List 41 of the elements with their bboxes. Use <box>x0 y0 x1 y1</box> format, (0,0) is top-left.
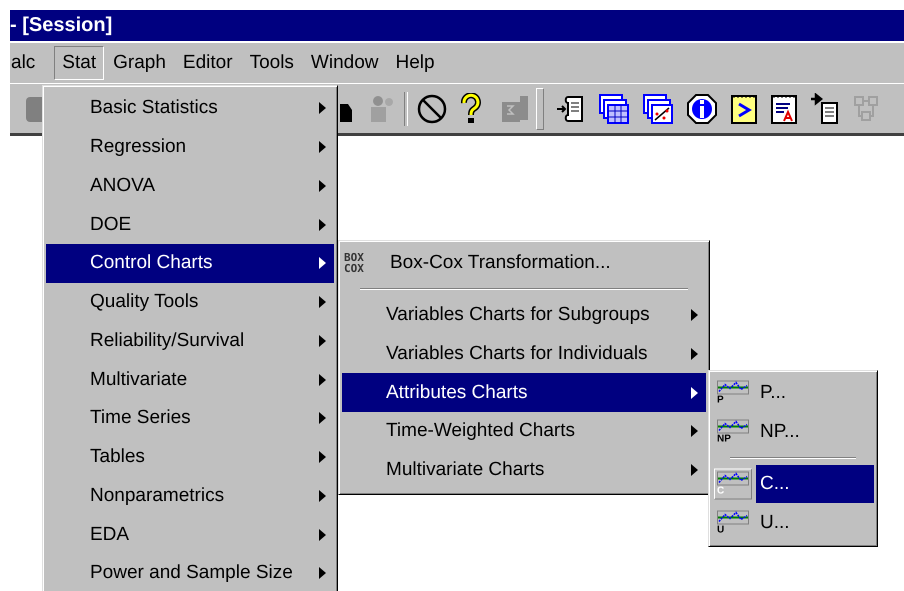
menu-item[interactable]: Stat <box>54 46 104 80</box>
command-prompt-icon[interactable] <box>730 92 758 124</box>
toolbar-handle[interactable] <box>536 88 544 130</box>
menu-item[interactable]: alc <box>10 46 44 80</box>
menu-item[interactable]: EDA <box>46 515 334 554</box>
menu-item[interactable]: Multivariate <box>46 360 334 399</box>
menu-item[interactable]: Window <box>302 46 386 80</box>
menu-item[interactable]: Power and Sample Size <box>46 554 334 591</box>
menu-item[interactable]: U... <box>756 503 874 542</box>
menu-item[interactable]: Attributes Charts <box>342 373 706 412</box>
menu-item[interactable]: Time-Weighted Charts <box>342 412 706 451</box>
control-chart-icon: C <box>714 468 752 500</box>
menu-item[interactable]: Editor <box>174 46 241 80</box>
help-icon[interactable] <box>460 92 482 124</box>
menu-item[interactable]: Variables Charts for Subgroups <box>342 296 706 334</box>
window-title: - [Session] <box>10 10 904 41</box>
menu-item[interactable]: Graph <box>105 46 174 80</box>
menu-item[interactable]: Quality Tools <box>46 282 334 322</box>
no-entry-icon[interactable] <box>416 92 448 124</box>
graphs-icon[interactable] <box>642 92 674 124</box>
menu-item[interactable]: Nonparametrics <box>46 476 334 516</box>
menu-item[interactable]: Control Charts <box>46 244 334 283</box>
worksheets-icon[interactable] <box>598 92 630 124</box>
menu-item[interactable]: Reliability/Survival <box>46 322 334 360</box>
report-pad-icon[interactable] <box>770 92 798 124</box>
menu-item[interactable]: Tables <box>46 438 334 476</box>
menu-item[interactable]: Tools <box>242 46 302 80</box>
menu-item[interactable]: P... <box>756 374 874 413</box>
import-document-icon[interactable] <box>810 92 840 124</box>
menu-item[interactable]: Regression <box>46 128 334 166</box>
menu-item[interactable]: Box-Cox Transformation... <box>386 244 706 283</box>
menu-item[interactable]: Help <box>388 46 443 80</box>
menu-item[interactable]: Variables Charts for Individuals <box>342 334 706 374</box>
menu-item[interactable]: ANOVA <box>46 166 334 206</box>
box-cox-icon: BOX COX <box>344 252 368 274</box>
menu-item[interactable]: DOE <box>46 205 334 244</box>
info-icon[interactable] <box>686 92 718 124</box>
menu-item[interactable]: C... <box>756 464 874 504</box>
menu-item[interactable]: Time Series <box>46 399 334 438</box>
menu-item[interactable]: NP... <box>756 412 874 452</box>
menu-item[interactable]: Multivariate Charts <box>342 450 706 490</box>
